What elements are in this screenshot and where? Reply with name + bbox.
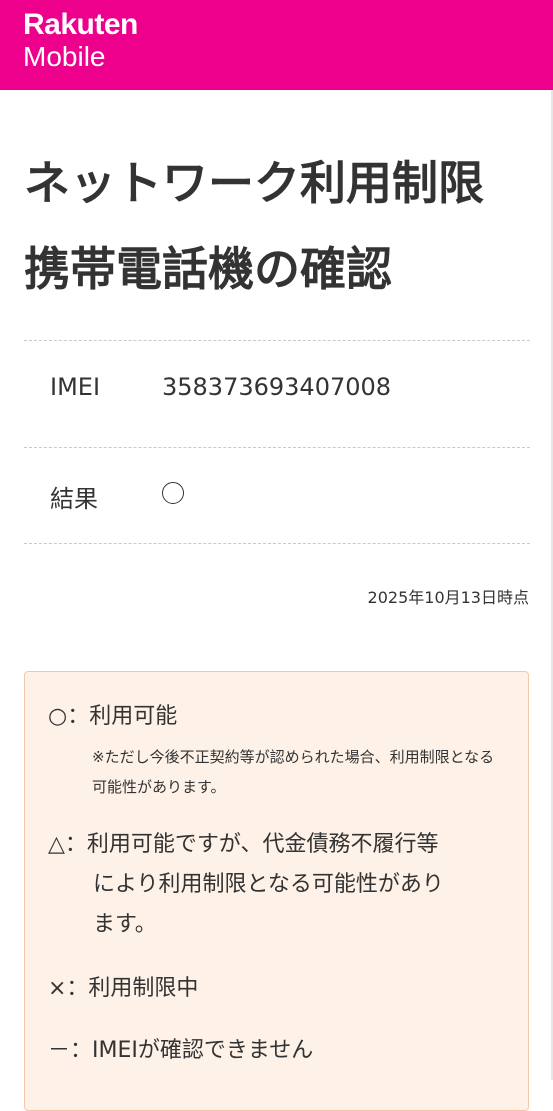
legend-warning-line1: △：利用可能ですが、代金債務不履行等 (48, 832, 439, 857)
imei-value: 358373693407008 (162, 373, 392, 401)
rakuten-mobile-logo[interactable]: Rakuten Mobile (23, 10, 138, 71)
result-legend-box: ○：利用可能 ※ただし今後不正契約等が認められた場合、利用制限となる可能性があり… (24, 671, 529, 1111)
legend-warning-line3: ます。 (93, 912, 157, 937)
imei-label: IMEI (50, 373, 101, 401)
legend-available-note: ※ただし今後不正契約等が認められた場合、利用制限となる可能性があります。 (92, 748, 495, 796)
result-circle-icon (162, 482, 184, 504)
legend-available: ○：利用可能 (48, 704, 178, 729)
divider (24, 543, 530, 544)
logo-sub-text: Mobile (23, 41, 106, 72)
logo-brand-text: Rakuten (23, 8, 138, 41)
divider (24, 447, 530, 448)
page-title: ネットワーク利用制限携帯電話機の確認 (24, 156, 484, 296)
legend-restricted: ×：利用制限中 (48, 976, 199, 1001)
legend-unconfirmed: －：IMEIが確認できません (48, 1038, 314, 1063)
result-label: 結果 (50, 485, 98, 513)
legend-warning-line2: により利用制限となる可能性があり (93, 872, 444, 897)
app-header: Rakuten Mobile (0, 0, 553, 90)
check-date: 2025年10月13日時点 (367, 588, 529, 607)
divider (24, 340, 530, 341)
